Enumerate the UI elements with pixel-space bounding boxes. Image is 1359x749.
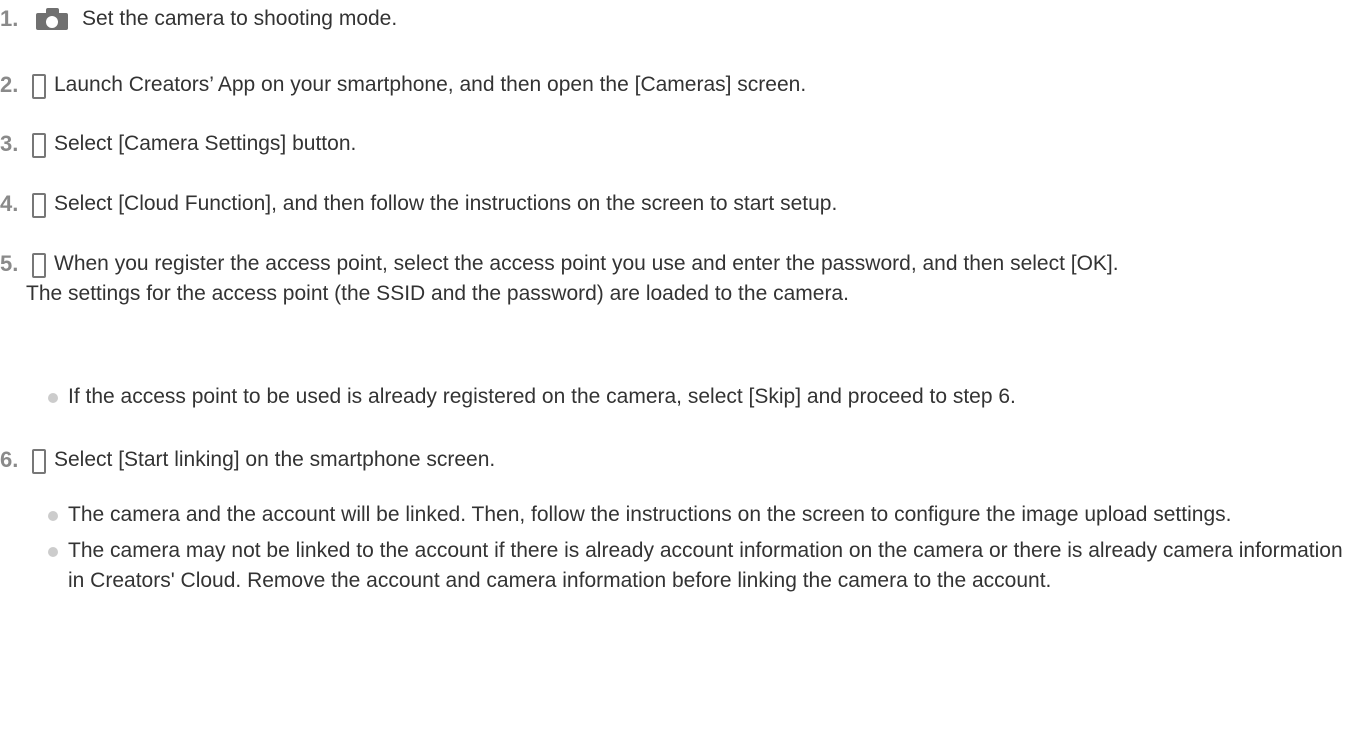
step-text: Select [Cloud Function], and then follow… <box>54 192 838 215</box>
step-detail: The settings for the access point (the S… <box>26 282 849 305</box>
camera-icon <box>36 8 68 30</box>
step-number: 1. <box>0 6 19 31</box>
step-number: 5. <box>0 251 19 276</box>
note-text: If the access point to be used is alread… <box>68 385 1016 408</box>
step-number: 2. <box>0 72 19 97</box>
step-text: Select [Start linking] on the smartphone… <box>54 448 496 471</box>
step-4: 4. Select [Cloud Function], and then fol… <box>0 189 1330 219</box>
smartphone-icon <box>32 74 46 99</box>
smartphone-icon <box>32 193 46 218</box>
step-text: Set the camera to shooting mode. <box>82 7 398 30</box>
step-text: Select [Camera Settings] button. <box>54 132 357 155</box>
note-text: The camera may not be linked to the acco… <box>68 539 1343 592</box>
note-item: The camera and the account will be linke… <box>48 500 1348 530</box>
step-5-notes: If the access point to be used is alread… <box>48 382 1348 412</box>
note-item: If the access point to be used is alread… <box>48 382 1348 412</box>
step-number: 4. <box>0 191 19 216</box>
step-number: 6. <box>0 447 19 472</box>
step-number: 3. <box>0 131 19 156</box>
bullet-icon <box>48 393 58 403</box>
smartphone-icon <box>32 449 46 474</box>
step-3: 3. Select [Camera Settings] button. <box>0 129 1330 159</box>
step-5: 5. When you register the access point, s… <box>0 249 1330 309</box>
step-2: 2. Launch Creators’ App on your smartpho… <box>0 70 1330 100</box>
step-6-notes: The camera and the account will be linke… <box>48 500 1348 596</box>
step-text: When you register the access point, sele… <box>54 252 1119 275</box>
bullet-icon <box>48 547 58 557</box>
note-text: The camera and the account will be linke… <box>68 503 1232 526</box>
bullet-icon <box>48 511 58 521</box>
step-6: 6. Select [Start linking] on the smartph… <box>0 445 1330 475</box>
smartphone-icon <box>32 253 46 278</box>
step-1: 1. Set the camera to shooting mode. <box>0 4 1330 34</box>
step-text: Launch Creators’ App on your smartphone,… <box>54 73 807 96</box>
smartphone-icon <box>32 133 46 158</box>
note-item: The camera may not be linked to the acco… <box>48 536 1348 596</box>
